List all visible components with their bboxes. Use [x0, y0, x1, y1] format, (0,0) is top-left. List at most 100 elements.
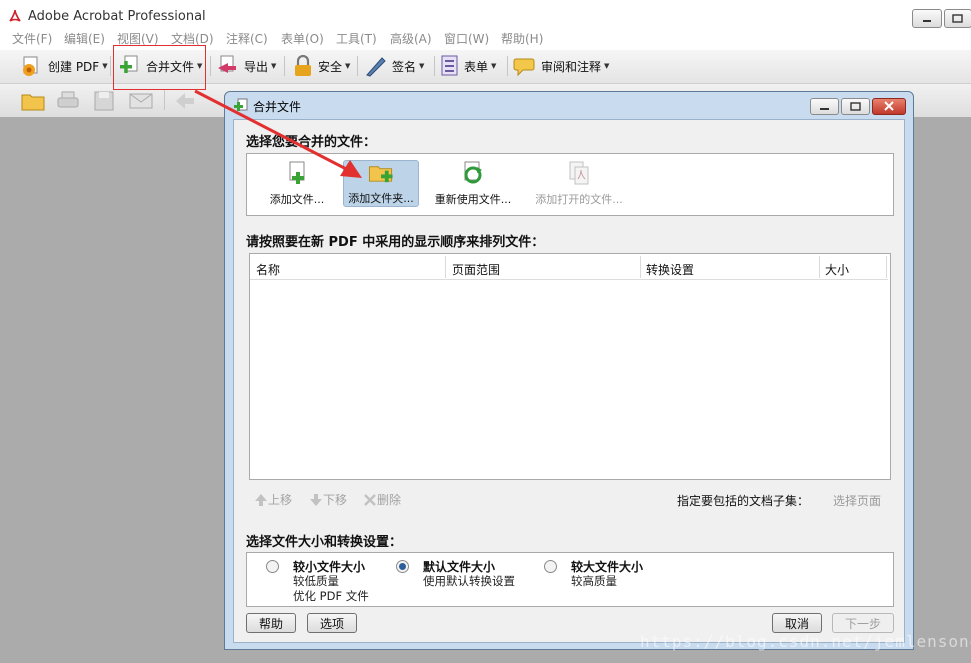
pen-icon — [366, 57, 386, 77]
comment-bubble-icon — [513, 58, 535, 77]
help-button[interactable]: 帮助 — [246, 613, 296, 633]
add-open-files-label: 添加打开的文件... — [535, 193, 623, 206]
sign-button[interactable]: 签名 ▼ — [364, 55, 424, 77]
review-comment-label: 审阅和注释 — [541, 59, 602, 74]
reuse-files-button[interactable]: 重新使用文件... — [433, 161, 513, 207]
add-folder-button[interactable]: 添加文件夹... — [343, 160, 419, 207]
security-button[interactable]: 安全 ▼ — [292, 55, 350, 77]
sign-label: 签名 — [392, 59, 417, 74]
app-titlebar: Adobe Acrobat Professional — [0, 0, 971, 30]
dropdown-arrow-icon: ▼ — [604, 62, 610, 70]
security-label: 安全 — [318, 59, 343, 74]
delete-x-icon — [364, 493, 376, 506]
export-button[interactable]: 导出 ▼ — [216, 55, 276, 77]
combine-files-dialog: 合并文件 选择您要合并的文件： 添加文件... 添加文件夹... 重新使用文件.… — [224, 91, 914, 650]
cancel-button[interactable]: 取消 — [772, 613, 822, 633]
file-source-panel: 添加文件... 添加文件夹... 重新使用文件... 添加打开的文件... — [246, 153, 894, 216]
options-button[interactable]: 选项 — [307, 613, 357, 633]
delete-button[interactable]: 删除 — [363, 491, 401, 508]
create-pdf-button[interactable]: 创建 PDF ▼ — [20, 55, 108, 77]
minimize-icon — [923, 20, 931, 22]
column-page-range[interactable]: 页面范围 — [452, 261, 500, 278]
dialog-title: 合并文件 — [253, 100, 302, 114]
print-icon[interactable] — [56, 90, 80, 112]
default-size-desc: 使用默认转换设置 — [423, 574, 515, 588]
delete-label: 删除 — [377, 493, 402, 507]
move-up-label: 上移 — [268, 493, 293, 507]
add-open-files-icon — [569, 161, 589, 185]
annotation-highlight-box — [113, 45, 206, 90]
column-conversion[interactable]: 转换设置 — [646, 261, 694, 278]
up-arrow-icon — [255, 493, 267, 506]
restore-icon — [952, 14, 963, 23]
add-folder-icon — [368, 166, 393, 183]
smaller-size-quality: 较低质量 — [293, 574, 339, 588]
open-folder-icon[interactable] — [20, 90, 48, 112]
dialog-minimize-button[interactable] — [810, 98, 839, 115]
forms-button[interactable]: 表单 ▼ — [440, 55, 496, 77]
export-label: 导出 — [244, 59, 269, 74]
save-icon[interactable] — [93, 90, 115, 112]
menu-tools[interactable]: 工具(T) — [336, 30, 377, 47]
watermark-text: https://blog.csdn.net/jemlensong — [640, 632, 971, 651]
back-arrow-icon[interactable] — [173, 90, 197, 112]
default-size-radio[interactable] — [396, 560, 409, 573]
subset-label: 指定要包括的文档子集： — [677, 494, 810, 508]
reuse-recycle-icon — [464, 161, 482, 184]
add-files-label: 添加文件... — [269, 193, 325, 206]
forms-label: 表单 — [464, 59, 489, 74]
move-down-label: 下移 — [323, 493, 348, 507]
select-files-label: 选择您要合并的文件： — [246, 135, 377, 150]
close-icon — [884, 101, 894, 111]
move-down-button[interactable]: 下移 — [309, 491, 347, 508]
down-arrow-icon — [310, 493, 322, 506]
add-open-files-button[interactable]: 添加打开的文件... — [531, 161, 627, 207]
dialog-maximize-button[interactable] — [841, 98, 870, 115]
acrobat-logo-icon — [9, 9, 21, 22]
dropdown-arrow-icon: ▼ — [491, 62, 497, 70]
size-options-panel: 较小文件大小 较低质量 优化 PDF 文件 默认文件大小 使用默认转换设置 较大… — [246, 552, 894, 607]
create-pdf-icon — [23, 56, 38, 76]
menu-comments[interactable]: 注释(C) — [226, 30, 268, 47]
dropdown-arrow-icon: ▼ — [419, 62, 425, 70]
add-files-button[interactable]: 添加文件... — [265, 161, 329, 207]
dropdown-arrow-icon: ▼ — [345, 62, 351, 70]
dialog-close-button[interactable] — [872, 98, 906, 115]
file-list-header: 名称 页面范围 转换设置 大小 — [250, 254, 888, 280]
next-button[interactable]: 下一步 — [832, 613, 894, 633]
reuse-files-label: 重新使用文件... — [434, 193, 512, 206]
review-comment-button[interactable]: 审阅和注释 ▼ — [513, 55, 609, 77]
menu-advanced[interactable]: 高级(A) — [390, 30, 432, 47]
email-icon[interactable] — [128, 90, 154, 112]
arrange-files-label: 请按照要在新 PDF 中采用的显示顺序来排列文件： — [246, 235, 545, 250]
minimize-icon — [820, 108, 829, 110]
menu-help[interactable]: 帮助(H) — [501, 30, 543, 47]
form-icon — [441, 55, 458, 76]
move-up-button[interactable]: 上移 — [254, 491, 292, 508]
size-settings-label: 选择文件大小和转换设置： — [246, 535, 403, 550]
smaller-size-radio[interactable] — [266, 560, 279, 573]
menu-file[interactable]: 文件(F) — [12, 30, 52, 47]
column-size[interactable]: 大小 — [825, 261, 849, 278]
add-file-icon — [289, 161, 305, 184]
dropdown-arrow-icon: ▼ — [271, 62, 277, 70]
maximize-icon — [850, 102, 861, 111]
menu-forms[interactable]: 表单(O) — [281, 30, 324, 47]
combine-files-icon — [234, 98, 248, 111]
file-list[interactable]: 名称 页面范围 转换设置 大小 — [249, 253, 891, 480]
menu-edit[interactable]: 编辑(E) — [64, 30, 105, 47]
choose-pages-button[interactable]: 选择页面 — [833, 492, 881, 509]
larger-size-radio[interactable] — [544, 560, 557, 573]
smaller-size-optimize: 优化 PDF 文件 — [293, 589, 369, 603]
minimize-button[interactable] — [912, 9, 942, 28]
add-folder-label: 添加文件夹... — [348, 192, 414, 205]
menu-window[interactable]: 窗口(W) — [444, 30, 489, 47]
restore-button[interactable] — [944, 9, 971, 28]
dialog-body: 选择您要合并的文件： 添加文件... 添加文件夹... 重新使用文件... 添加… — [233, 119, 905, 643]
dropdown-arrow-icon: ▼ — [102, 62, 108, 70]
create-pdf-label: 创建 PDF — [48, 59, 100, 74]
column-name[interactable]: 名称 — [256, 261, 280, 278]
export-icon — [218, 55, 236, 73]
app-title: Adobe Acrobat Professional — [28, 9, 206, 24]
lock-icon — [295, 55, 311, 76]
